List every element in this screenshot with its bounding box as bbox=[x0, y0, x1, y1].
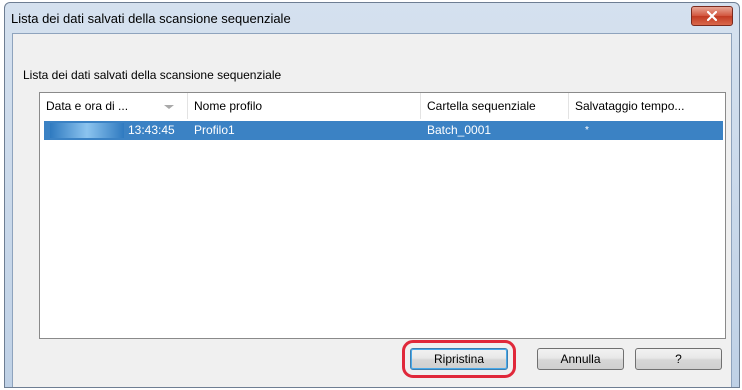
list-header: Data e ora di ... Nome profilo Cartella … bbox=[40, 93, 725, 119]
cell-temp-save: * bbox=[585, 125, 589, 136]
column-header-profile[interactable]: Nome profilo bbox=[188, 93, 421, 119]
close-button[interactable] bbox=[691, 6, 733, 26]
list-label: Lista dei dati salvati della scansione s… bbox=[23, 68, 282, 82]
column-header-label: Data e ora di ... bbox=[46, 99, 129, 113]
highlight-ring bbox=[402, 340, 516, 378]
column-header-datetime[interactable]: Data e ora di ... bbox=[40, 93, 188, 119]
column-header-temp-save[interactable]: Salvataggio tempo... bbox=[569, 93, 725, 119]
cancel-button[interactable]: Annulla bbox=[537, 348, 624, 370]
redacted-date bbox=[50, 123, 124, 138]
cell-folder: Batch_0001 bbox=[427, 123, 492, 137]
dialog-body: Lista dei dati salvati della scansione s… bbox=[12, 33, 732, 387]
cancel-button-label: Annulla bbox=[560, 352, 601, 366]
help-button[interactable]: ? bbox=[635, 348, 722, 370]
cell-time: 13:43:45 bbox=[128, 123, 175, 137]
column-header-label: Cartella sequenziale bbox=[427, 99, 536, 113]
sort-descending-icon bbox=[164, 105, 174, 109]
title-bar[interactable]: Lista dei dati salvati della scansione s… bbox=[5, 3, 739, 33]
column-header-label: Nome profilo bbox=[194, 99, 263, 113]
column-header-label: Salvataggio tempo... bbox=[575, 99, 685, 113]
saved-data-list[interactable]: Data e ora di ... Nome profilo Cartella … bbox=[39, 92, 726, 339]
cell-profile: Profilo1 bbox=[194, 123, 235, 137]
close-icon bbox=[707, 11, 717, 21]
list-row[interactable]: 13:43:45 Profilo1 Batch_0001 * bbox=[44, 121, 723, 140]
help-button-label: ? bbox=[675, 352, 682, 366]
dialog-window: Lista dei dati salvati della scansione s… bbox=[4, 2, 740, 388]
column-header-folder[interactable]: Cartella sequenziale bbox=[421, 93, 569, 119]
dialog-title: Lista dei dati salvati della scansione s… bbox=[11, 11, 291, 26]
